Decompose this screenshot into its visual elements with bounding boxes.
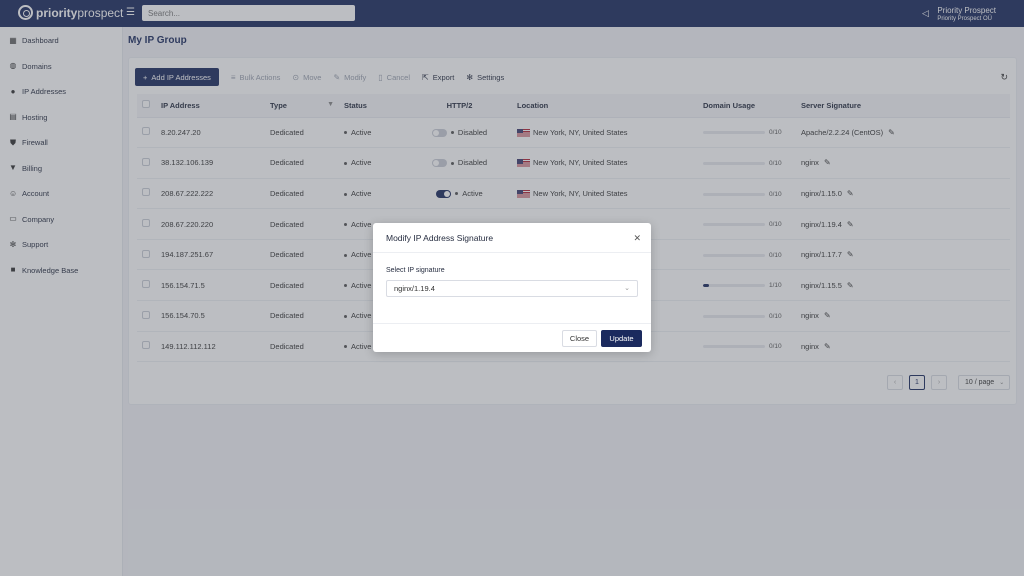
update-button[interactable]: Update	[601, 330, 642, 347]
signature-field-label: Select IP signature	[386, 267, 445, 274]
dialog-footer: Close Update	[373, 323, 651, 352]
modify-signature-dialog: Modify IP Address Signature ✕ Select IP …	[373, 223, 651, 352]
chevron-down-icon: ⌄	[624, 285, 630, 292]
dialog-title: Modify IP Address Signature	[373, 223, 651, 253]
signature-select-value: nginx/1.19.4	[394, 284, 435, 293]
close-icon[interactable]: ✕	[633, 233, 641, 244]
dialog-body: Select IP signature nginx/1.19.4 ⌄	[373, 253, 651, 297]
signature-select[interactable]: nginx/1.19.4 ⌄	[386, 280, 638, 297]
close-button[interactable]: Close	[562, 330, 597, 347]
